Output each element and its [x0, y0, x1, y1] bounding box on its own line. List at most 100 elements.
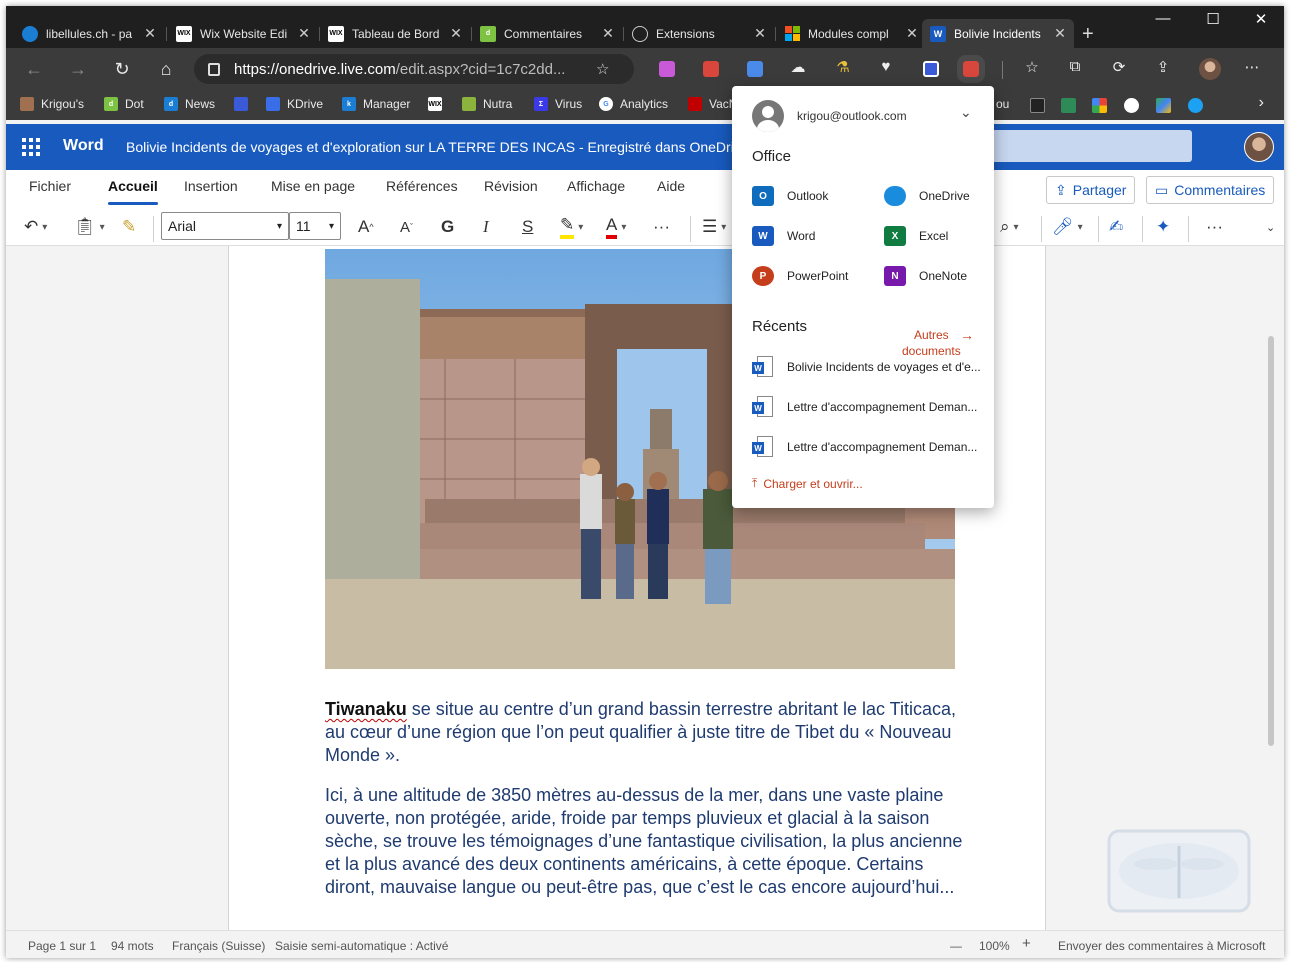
format-painter-button[interactable]: ✎ [122, 214, 136, 240]
close-icon[interactable]: ✕ [602, 25, 614, 42]
refresh-icon[interactable]: ↻ [108, 57, 136, 81]
account-email[interactable]: krigou@outlook.com [797, 109, 907, 123]
vertical-scrollbar[interactable] [1268, 336, 1274, 746]
account-avatar[interactable] [1244, 132, 1274, 162]
tab-references[interactable]: Références [386, 178, 458, 194]
tab-tableau-de-bord[interactable]: WIX Tableau de Bord ✕ [320, 19, 470, 48]
paste-button[interactable]: 📋︎ ▾ [74, 214, 105, 240]
designer-button[interactable]: ✦ [1156, 214, 1170, 240]
heart-extension-icon[interactable]: ♥ [876, 58, 896, 75]
language[interactable]: Français (Suisse) [172, 939, 265, 953]
tab-aide[interactable]: Aide [657, 178, 685, 194]
close-icon[interactable]: ✕ [754, 25, 766, 42]
tab-revision[interactable]: Révision [484, 178, 538, 194]
bullets-button[interactable]: ☰ ▾ [702, 214, 726, 240]
zoom-level[interactable]: 100% [979, 939, 1010, 953]
chevron-down-icon[interactable]: ⌄ [960, 104, 972, 121]
underline-button[interactable]: S [522, 214, 533, 240]
bookmark-ed-icon[interactable] [1061, 98, 1076, 113]
grow-font-button[interactable]: A ^ [358, 214, 374, 240]
tab-mise-en-page[interactable]: Mise en page [271, 178, 355, 194]
home-icon[interactable]: ⌂ [152, 57, 180, 81]
close-icon[interactable]: ✕ [906, 25, 918, 42]
bookmark-partial[interactable]: ou [996, 97, 1009, 111]
add-favorite-icon[interactable]: ☆ [596, 60, 609, 78]
app-excel[interactable]: X Excel [884, 226, 948, 246]
page-count[interactable]: Page 1 sur 1 [28, 939, 96, 953]
url-text[interactable]: https://onedrive.live.com/edit.aspx?cid=… [234, 61, 590, 78]
editor-button[interactable]: ✍ [1109, 214, 1123, 240]
bookmark-manager[interactable]: k Manager [342, 97, 410, 111]
close-icon[interactable]: ✕ [450, 25, 462, 42]
search-box[interactable] [992, 130, 1192, 162]
close-icon[interactable]: ✕ [144, 25, 156, 42]
font-color-button[interactable]: A ▾ [606, 214, 626, 240]
new-tab-button[interactable]: + [1082, 23, 1094, 46]
zoom-in-button[interactable]: + [1022, 935, 1031, 952]
shrink-font-button[interactable]: Aˇ [400, 214, 413, 240]
share-button[interactable]: ⇪ Partager [1046, 176, 1136, 204]
document-title[interactable]: Bolivie Incidents de voyages et d'explor… [126, 139, 736, 155]
zoom-out-button[interactable]: — [950, 939, 962, 953]
font-name-select[interactable]: Arial ▾ [161, 212, 289, 240]
more-options-button[interactable]: ··· [1206, 214, 1223, 240]
office-launcher-icon[interactable] [957, 55, 985, 83]
app-launcher-icon[interactable] [22, 138, 40, 156]
app-outlook[interactable]: O Outlook [752, 186, 828, 206]
collections-icon[interactable]: ⧉ [1065, 58, 1085, 75]
comments-button[interactable]: ▭ Commentaires [1146, 176, 1275, 204]
tab-fichier[interactable]: Fichier [29, 178, 71, 194]
app-powerpoint[interactable]: P PowerPoint [752, 266, 848, 286]
app-onenote[interactable]: N OneNote [884, 266, 967, 286]
bookmark-wix[interactable]: WIX [428, 97, 449, 111]
spelling-flagged-word[interactable]: Tiwanaku [325, 699, 407, 719]
flask-extension-icon[interactable]: ⚗ [833, 58, 853, 76]
tab-accueil[interactable]: Accueil [108, 178, 158, 205]
profile-avatar[interactable] [1199, 58, 1221, 80]
send-feedback-link[interactable]: Envoyer des commentaires à Microsoft [1058, 939, 1265, 953]
close-window-button[interactable]: ✕ [1238, 10, 1284, 28]
tab-libellules[interactable]: libellules.ch - pa ✕ [14, 19, 164, 48]
play-store-icon[interactable] [1156, 98, 1171, 113]
bookmark-news[interactable]: d News [164, 97, 215, 111]
tab-extensions[interactable]: Extensions ✕ [624, 19, 774, 48]
chevron-right-icon[interactable]: › [1259, 94, 1264, 112]
app-name[interactable]: Word [63, 137, 104, 155]
address-bar[interactable]: https://onedrive.live.com/edit.aspx?cid=… [194, 54, 634, 84]
more-documents-link[interactable]: Autres documents → [902, 327, 974, 359]
bookmark-m-icon[interactable] [1030, 98, 1045, 113]
autosave-status[interactable]: Saisie semi-automatique : Activé [275, 939, 448, 953]
find-button[interactable]: ⌕ ▾ [1000, 214, 1019, 240]
back-icon[interactable]: ← [20, 57, 48, 81]
sync-icon[interactable]: ⟳ [1109, 58, 1129, 76]
cloud-extension-icon[interactable]: ☁ [788, 58, 808, 76]
more-menu-icon[interactable]: ⋯ [1242, 58, 1262, 76]
office-extension-icon[interactable] [923, 61, 939, 77]
collapse-ribbon-button[interactable]: ⌄ [1266, 214, 1275, 240]
bookmark-unnamed[interactable] [234, 97, 255, 111]
bookmark-analytics[interactable]: G Analytics [599, 97, 668, 111]
recent-doc-2[interactable]: W Lettre d'accompagnement Deman... [752, 396, 977, 418]
bookmark-virus[interactable]: Σ Virus [534, 97, 582, 111]
twitter-icon[interactable] [1188, 98, 1203, 113]
tab-insertion[interactable]: Insertion [184, 178, 238, 194]
tab-modules[interactable]: Modules compl ✕ [776, 19, 926, 48]
photos-icon[interactable] [1092, 98, 1107, 113]
app-onedrive[interactable]: OneDrive [884, 186, 970, 206]
more-font-options-button[interactable]: ··· [653, 214, 670, 240]
tab-bolivie-incidents[interactable]: W Bolivie Incidents ✕ [922, 19, 1074, 48]
bold-button[interactable]: G [441, 214, 454, 240]
lock-icon[interactable] [208, 62, 220, 76]
tab-affichage[interactable]: Affichage [567, 178, 625, 194]
italic-button[interactable]: I [483, 214, 489, 240]
tab-wix-editor[interactable]: WIX Wix Website Edi ✕ [168, 19, 318, 48]
undo-button[interactable]: ↶ ▾ [24, 214, 47, 240]
mail-extension-icon[interactable] [703, 61, 719, 77]
bookmark-vacn[interactable]: VacN [688, 97, 737, 111]
paragraph-2[interactable]: Ici, à une altitude de 3850 mètres au-de… [325, 784, 965, 899]
extension-icon[interactable] [659, 61, 675, 77]
tab-commentaires[interactable]: d Commentaires ✕ [472, 19, 622, 48]
font-size-select[interactable]: 11 ▾ [289, 212, 341, 240]
highlight-button[interactable]: ✎ ▾ [560, 214, 583, 240]
bookmark-dot[interactable]: d Dot [104, 97, 144, 111]
